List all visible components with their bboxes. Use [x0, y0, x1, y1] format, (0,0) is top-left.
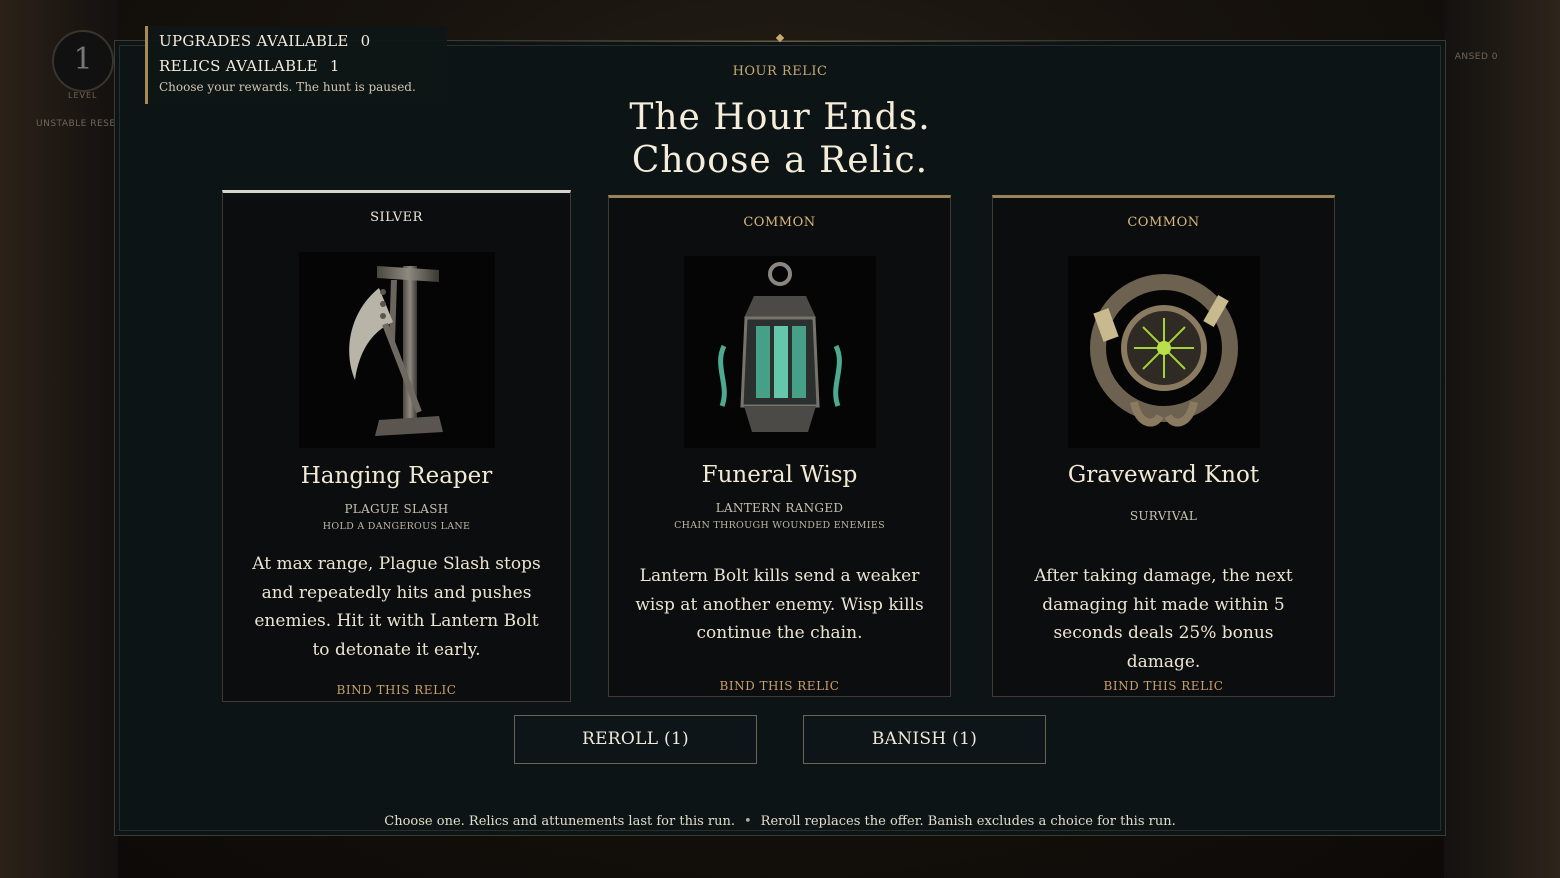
banish-button[interactable]: BANISH (1)	[803, 715, 1046, 764]
relic-description: At max range, Plague Slash stops and rep…	[252, 554, 541, 660]
relic-description: After taking damage, the next damaging h…	[1034, 566, 1293, 672]
relic-tag: PLAGUE SLASH	[344, 502, 449, 516]
title-line-1: The Hour Ends.	[629, 97, 931, 138]
footer-hint-part-2: Reroll replaces the offer. Banish exclud…	[760, 814, 1176, 829]
relic-tag: SURVIVAL	[1129, 509, 1198, 523]
relic-description: Lantern Bolt kills send a weaker wisp at…	[635, 566, 924, 643]
lantern-wisp-icon	[684, 256, 876, 448]
reroll-button[interactable]: REROLL (1)	[514, 715, 757, 764]
upgrades-available-label: UPGRADES AVAILABLE	[159, 32, 349, 50]
footer-hint: Choose one. Relics and attunements last …	[0, 814, 1560, 829]
bone-knot-icon	[1068, 256, 1260, 448]
gallows-scythe-icon	[299, 252, 495, 448]
relic-name: Graveward Knot	[1067, 462, 1260, 488]
relic-card-graveward-knot[interactable]: COMMON Graveward Knot SURVIVAL After tak…	[992, 195, 1335, 697]
relic-subtag: HOLD A DANGEROUS LANE	[322, 521, 471, 532]
hud-note: Choose your rewards. The hunt is paused.	[159, 80, 416, 94]
upgrades-available-value: 0	[360, 32, 371, 50]
page-title: The Hour Ends. Choose a Relic.	[0, 96, 1560, 182]
relic-rarity: COMMON	[1127, 215, 1200, 230]
footer-hint-part-1: Choose one. Relics and attunements last …	[384, 814, 735, 829]
relic-name: Funeral Wisp	[701, 462, 858, 488]
relic-rarity: SILVER	[370, 210, 423, 225]
right-hud-label: ANSED 0	[1454, 52, 1498, 62]
page-kicker: HOUR RELIC	[732, 64, 828, 79]
relic-rarity: COMMON	[743, 215, 816, 230]
relic-card-hanging-reaper[interactable]: SILVER Hanging Reaper PLAGUE SLASH HOLD …	[222, 190, 571, 702]
relic-subtag: CHAIN THROUGH WOUNDED ENEMIES	[674, 520, 885, 531]
title-line-2: Choose a Relic.	[631, 140, 929, 181]
level-badge: 1	[52, 30, 114, 92]
footer-separator: •	[744, 814, 752, 829]
relic-name: Hanging Reaper	[300, 463, 493, 489]
bind-relic-button[interactable]: BIND THIS RELIC	[609, 679, 950, 693]
relic-card-funeral-wisp[interactable]: COMMON Funeral Wisp LANTERN RANGED CHAIN…	[608, 195, 951, 697]
relic-tag: LANTERN RANGED	[715, 501, 844, 515]
bind-relic-button[interactable]: BIND THIS RELIC	[223, 683, 570, 697]
bind-relic-button[interactable]: BIND THIS RELIC	[993, 679, 1334, 693]
upgrades-available-row: UPGRADES AVAILABLE 0	[159, 30, 447, 55]
